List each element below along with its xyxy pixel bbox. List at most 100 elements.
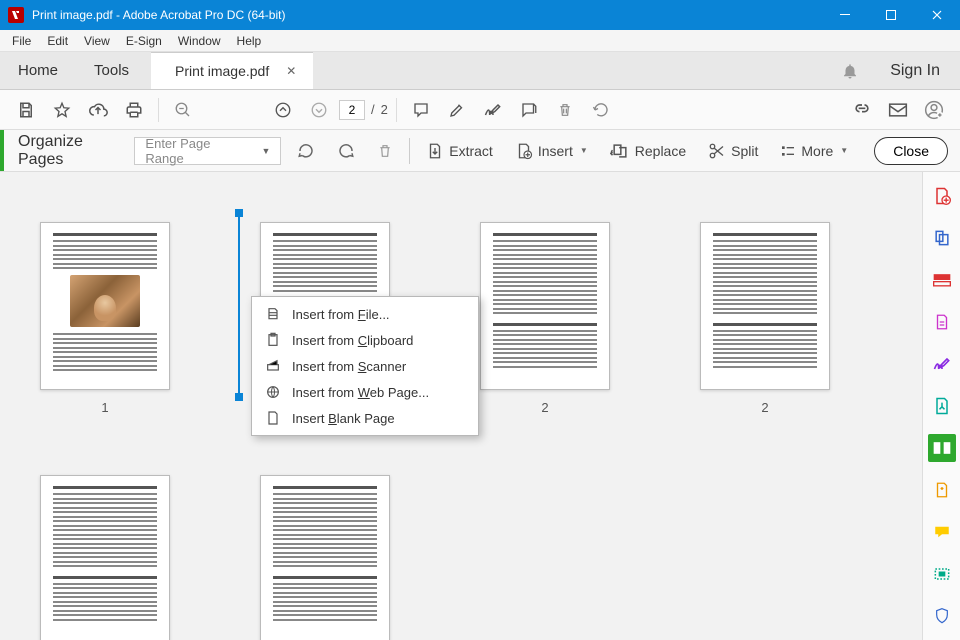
page-number: 1: [101, 400, 108, 415]
more-label: More: [801, 143, 833, 159]
highlight-icon[interactable]: [441, 94, 473, 126]
app-icon: [8, 7, 24, 23]
menu-esign[interactable]: E-Sign: [118, 32, 170, 50]
close-window-button[interactable]: [914, 0, 960, 30]
chevron-down-icon: ▼: [262, 146, 271, 156]
menu-help[interactable]: Help: [229, 32, 270, 50]
page-thumbnail[interactable]: [40, 475, 170, 640]
document-tab-label: Print image.pdf: [175, 63, 269, 79]
file-stack-icon: [264, 305, 282, 323]
star-icon[interactable]: [46, 94, 78, 126]
titlebar: Print image.pdf - Adobe Acrobat Pro DC (…: [0, 0, 960, 30]
range-placeholder: Enter Page Range: [145, 136, 225, 166]
insert-label: Insert: [538, 143, 573, 159]
organize-pages-icon[interactable]: [928, 434, 956, 462]
split-button[interactable]: Split: [702, 136, 764, 166]
organize-toolbar: Organize Pages Enter Page Range ▼ Extrac…: [0, 130, 960, 172]
document-tab[interactable]: Print image.pdf ✕: [151, 52, 313, 89]
page-up-icon[interactable]: [267, 94, 299, 126]
menubar: File Edit View E-Sign Window Help: [0, 30, 960, 52]
link-icon[interactable]: [846, 94, 878, 126]
split-label: Split: [731, 143, 758, 159]
combine-files-icon[interactable]: [928, 224, 956, 252]
replace-label: Replace: [635, 143, 686, 159]
email-icon[interactable]: [882, 94, 914, 126]
insert-cursor: [238, 210, 240, 400]
insert-context-menu: Insert from File... Insert from Clipboar…: [251, 296, 479, 436]
insert-from-clipboard[interactable]: Insert from Clipboard: [252, 327, 478, 353]
page-thumbnail[interactable]: 2: [700, 222, 830, 415]
page-thumbnail[interactable]: 1: [40, 222, 170, 415]
more-button[interactable]: More ▼: [774, 136, 854, 166]
maximize-button[interactable]: [868, 0, 914, 30]
comment-tool-icon[interactable]: [928, 518, 956, 546]
cloud-upload-icon[interactable]: [82, 94, 114, 126]
current-page-input[interactable]: [339, 100, 365, 120]
home-tab[interactable]: Home: [0, 52, 76, 89]
insert-button[interactable]: Insert ▼: [509, 136, 594, 166]
rotate-cw-button[interactable]: [331, 136, 361, 166]
menu-item-label: Insert from Clipboard: [292, 333, 413, 348]
stamp-icon[interactable]: [513, 94, 545, 126]
sign-in-button[interactable]: Sign In: [870, 52, 960, 89]
main-toolbar: / 2: [0, 90, 960, 130]
document-tab-close-icon[interactable]: ✕: [283, 63, 299, 79]
rotate-ccw-button[interactable]: [291, 136, 321, 166]
menu-item-label: Insert from Scanner: [292, 359, 406, 374]
menu-edit[interactable]: Edit: [39, 32, 76, 50]
sign-icon[interactable]: [477, 94, 509, 126]
menu-item-label: Insert from File...: [292, 307, 390, 322]
tabbar: Home Tools Print image.pdf ✕ Sign In: [0, 52, 960, 90]
page-thumbnail[interactable]: [260, 475, 390, 640]
page-sep: /: [371, 102, 375, 117]
blank-page-icon: [264, 409, 282, 427]
print-icon[interactable]: [118, 94, 150, 126]
organize-title: Organize Pages: [18, 133, 112, 169]
account-icon[interactable]: [918, 94, 950, 126]
insert-blank-page[interactable]: Insert Blank Page: [252, 405, 478, 431]
comment-icon[interactable]: [405, 94, 437, 126]
compress-pdf-icon[interactable]: [928, 476, 956, 504]
menu-view[interactable]: View: [76, 32, 118, 50]
fill-sign-icon[interactable]: [928, 350, 956, 378]
edit-pdf-icon[interactable]: [928, 266, 956, 294]
menu-file[interactable]: File: [4, 32, 39, 50]
menu-item-label: Insert Blank Page: [292, 411, 395, 426]
delete-page-button[interactable]: [371, 136, 399, 166]
close-panel-button[interactable]: Close: [874, 137, 948, 165]
globe-icon: [264, 383, 282, 401]
insert-from-file[interactable]: Insert from File...: [252, 301, 478, 327]
organize-accent: [0, 130, 4, 171]
notifications-icon[interactable]: [830, 52, 870, 89]
page-range-input[interactable]: Enter Page Range ▼: [134, 137, 281, 165]
tools-tab[interactable]: Tools: [76, 52, 147, 89]
request-signatures-icon[interactable]: [928, 392, 956, 420]
clipboard-icon: [264, 331, 282, 349]
minimize-button[interactable]: [822, 0, 868, 30]
protect-icon[interactable]: [928, 602, 956, 630]
page-number: 2: [541, 400, 548, 415]
total-pages: 2: [381, 102, 388, 117]
create-pdf-icon[interactable]: [928, 182, 956, 210]
menu-window[interactable]: Window: [170, 32, 229, 50]
replace-button[interactable]: Replace: [604, 136, 692, 166]
extract-button[interactable]: Extract: [420, 136, 499, 166]
page-down-icon[interactable]: [303, 94, 335, 126]
page-counter: / 2: [339, 100, 388, 120]
zoom-out-icon[interactable]: [167, 94, 199, 126]
scanner-icon: [264, 357, 282, 375]
insert-from-scanner[interactable]: Insert from Scanner: [252, 353, 478, 379]
export-pdf-icon[interactable]: [928, 308, 956, 336]
extract-label: Extract: [449, 143, 493, 159]
undo-icon[interactable]: [585, 94, 617, 126]
page-number: 2: [761, 400, 768, 415]
insert-from-webpage[interactable]: Insert from Web Page...: [252, 379, 478, 405]
chevron-down-icon: ▼: [580, 146, 588, 155]
page-thumbnail[interactable]: 2: [480, 222, 610, 415]
menu-item-label: Insert from Web Page...: [292, 385, 429, 400]
window-title: Print image.pdf - Adobe Acrobat Pro DC (…: [32, 8, 822, 22]
right-tool-rail: [922, 172, 960, 640]
save-icon[interactable]: [10, 94, 42, 126]
delete-icon[interactable]: [549, 94, 581, 126]
print-production-icon[interactable]: [928, 560, 956, 588]
